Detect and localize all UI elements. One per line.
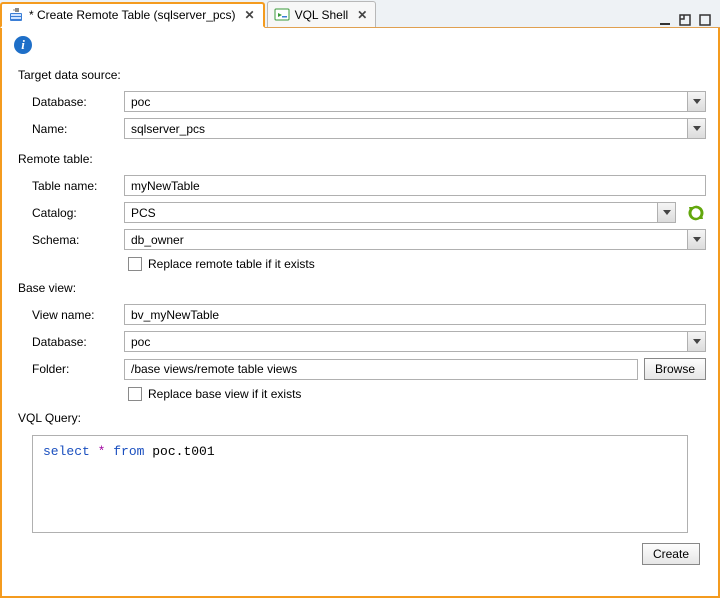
- target-name-value: sqlserver_pcs: [125, 119, 687, 138]
- close-icon[interactable]: ✕: [245, 8, 255, 22]
- baseview-database-value: poc: [125, 332, 687, 351]
- replace-baseview-label: Replace base view if it exists: [148, 387, 301, 401]
- tab-vql-shell[interactable]: VQL Shell ✕: [267, 1, 377, 27]
- target-name-select[interactable]: sqlserver_pcs: [124, 118, 706, 139]
- table-db-icon: [8, 7, 24, 23]
- info-icon[interactable]: i: [14, 36, 32, 54]
- create-button[interactable]: Create: [642, 543, 700, 565]
- chevron-down-icon[interactable]: [687, 92, 705, 111]
- catalog-value: PCS: [125, 203, 657, 222]
- vql-kw-select: select: [43, 444, 90, 459]
- vql-shell-icon: [274, 7, 290, 23]
- schema-select[interactable]: db_owner: [124, 229, 706, 250]
- view-name-input[interactable]: [124, 304, 706, 325]
- section-vql-title: VQL Query:: [18, 411, 706, 425]
- catalog-select[interactable]: PCS: [124, 202, 676, 223]
- chevron-down-icon[interactable]: [687, 332, 705, 351]
- maximize-icon[interactable]: [678, 13, 692, 27]
- label-target-database: Database:: [32, 95, 118, 109]
- refresh-icon[interactable]: [686, 203, 706, 223]
- chevron-down-icon[interactable]: [657, 203, 675, 222]
- vql-star: *: [90, 444, 113, 459]
- close-icon[interactable]: ✕: [357, 8, 367, 22]
- chevron-down-icon[interactable]: [687, 230, 705, 249]
- vql-rest: poc.t001: [144, 444, 214, 459]
- target-database-select[interactable]: poc: [124, 91, 706, 112]
- label-target-name: Name:: [32, 122, 118, 136]
- chevron-down-icon[interactable]: [687, 119, 705, 138]
- tab-label: * Create Remote Table (sqlserver_pcs): [29, 8, 236, 22]
- label-catalog: Catalog:: [32, 206, 118, 220]
- replace-remote-label: Replace remote table if it exists: [148, 257, 315, 271]
- tab-label: VQL Shell: [295, 8, 349, 22]
- replace-remote-checkbox[interactable]: [128, 257, 142, 271]
- table-name-input[interactable]: [124, 175, 706, 196]
- label-schema: Schema:: [32, 233, 118, 247]
- tab-create-remote-table[interactable]: * Create Remote Table (sqlserver_pcs) ✕: [0, 2, 265, 28]
- label-table-name: Table name:: [32, 179, 118, 193]
- label-folder: Folder:: [32, 362, 118, 376]
- browse-button[interactable]: Browse: [644, 358, 706, 380]
- label-view-name: View name:: [32, 308, 118, 322]
- minimize-icon[interactable]: [658, 13, 672, 27]
- section-target-title: Target data source:: [18, 68, 706, 82]
- target-database-value: poc: [125, 92, 687, 111]
- folder-input[interactable]: [124, 359, 638, 380]
- replace-baseview-checkbox[interactable]: [128, 387, 142, 401]
- vql-kw-from: from: [113, 444, 144, 459]
- vql-query-editor[interactable]: select * from poc.t001: [32, 435, 688, 533]
- restore-icon[interactable]: [698, 13, 712, 27]
- section-baseview-title: Base view:: [18, 281, 706, 295]
- label-baseview-database: Database:: [32, 335, 118, 349]
- schema-value: db_owner: [125, 230, 687, 249]
- baseview-database-select[interactable]: poc: [124, 331, 706, 352]
- section-remote-title: Remote table:: [18, 152, 706, 166]
